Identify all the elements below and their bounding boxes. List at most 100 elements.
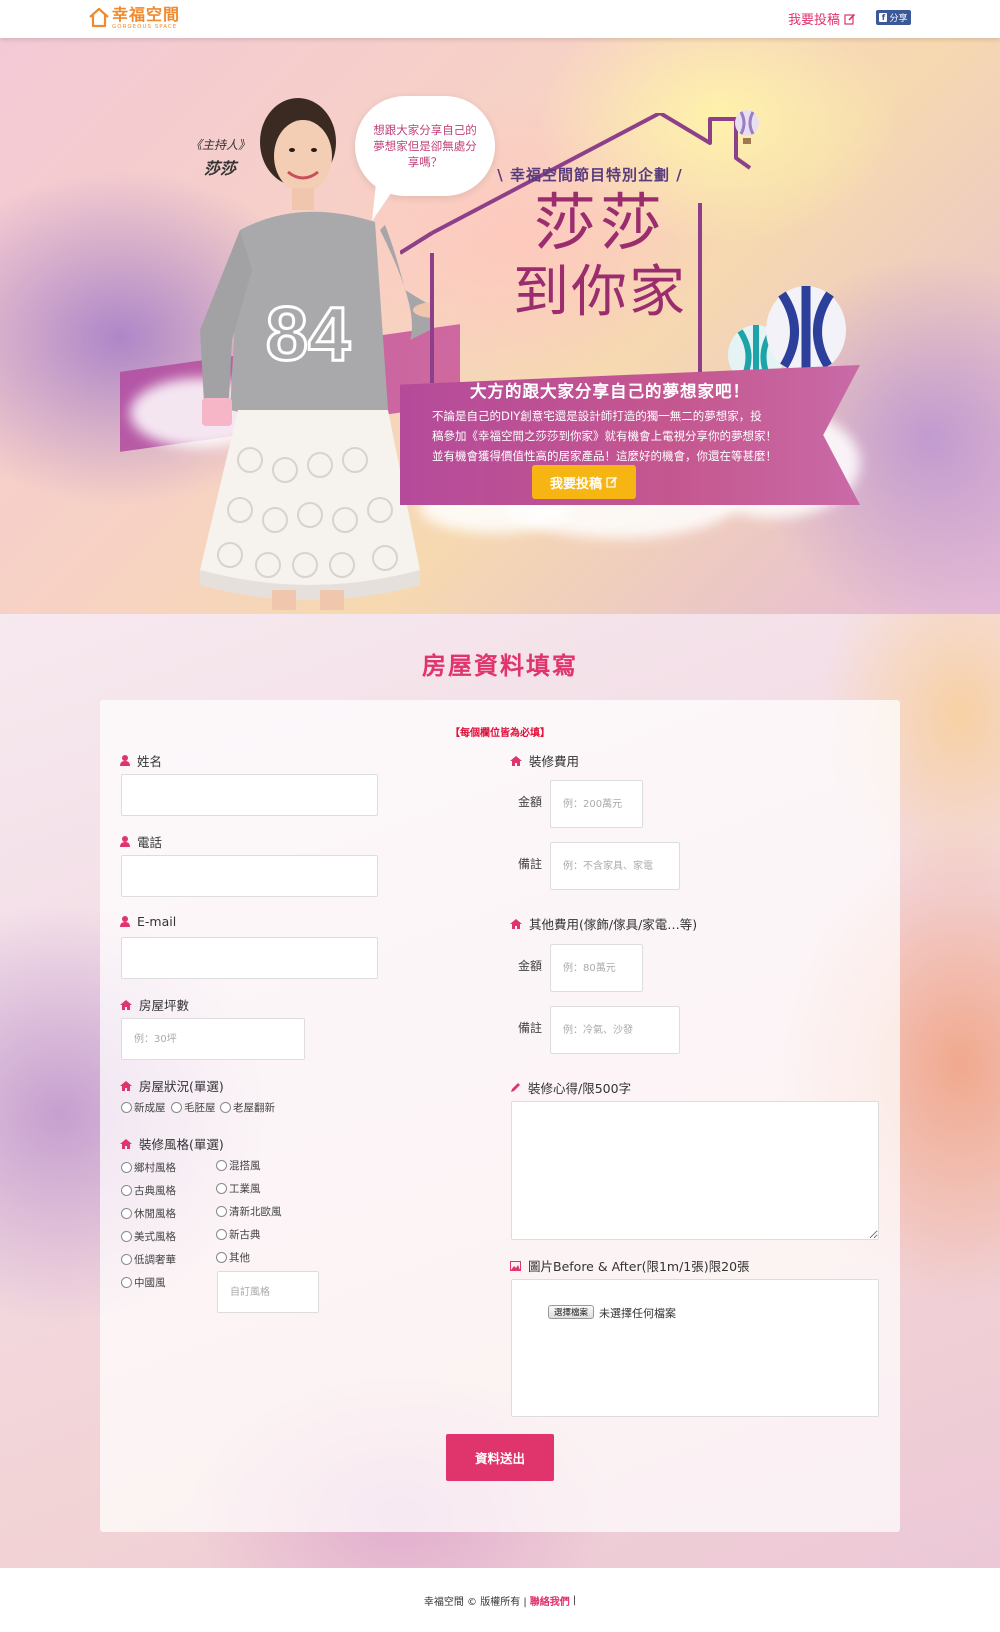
photos-label: 圖片Before & After(限1m/1張)限20張 bbox=[510, 1256, 750, 1275]
home-icon bbox=[120, 1080, 132, 1091]
hero-description: 不論是自己的DIY創意宅還是設計師打造的獨一無二的夢想家，投 稿參加《幸福空間之… bbox=[432, 406, 812, 466]
form-section: 房屋資料填寫 【每個欄位皆為必填】 姓名 電話 E-mail 房屋坪數 例：30… bbox=[0, 614, 1000, 1568]
user-icon bbox=[120, 755, 130, 766]
renovation-cost-label: 裝修費用 bbox=[510, 751, 579, 770]
footer-contact-link[interactable]: 聯絡我們 bbox=[530, 1593, 570, 1608]
other-note-input[interactable] bbox=[550, 1006, 680, 1054]
style-label-text: 裝修風格(單選) bbox=[139, 1137, 224, 1152]
renovation-amount-input[interactable] bbox=[550, 780, 643, 828]
style-option[interactable]: 休閒風格 bbox=[121, 1206, 176, 1221]
radio-button[interactable] bbox=[171, 1102, 182, 1113]
form-submit-button[interactable]: 資料送出 bbox=[446, 1434, 554, 1481]
radio-button[interactable] bbox=[216, 1183, 227, 1194]
radio-button[interactable] bbox=[121, 1208, 132, 1219]
condition-option[interactable]: 毛胚屋 bbox=[171, 1100, 216, 1115]
hero-description-line: 稿參加《幸福空間之莎莎到你家》就有機會上電視分享你的夢想家！ bbox=[432, 429, 777, 443]
style-option-label: 休閒風格 bbox=[134, 1208, 176, 1220]
style-option[interactable]: 新古典 bbox=[216, 1227, 261, 1242]
facebook-share-button[interactable]: f 分享 bbox=[876, 10, 911, 25]
style-option-label: 清新北歐風 bbox=[229, 1206, 282, 1218]
edit-icon bbox=[844, 13, 856, 25]
style-option-label: 新古典 bbox=[229, 1229, 261, 1241]
photos-label-text: 圖片Before & After(限1m/1張)限20張 bbox=[528, 1259, 750, 1274]
email-input[interactable] bbox=[121, 937, 378, 979]
style-option[interactable]: 鄉村風格 bbox=[121, 1160, 176, 1175]
condition-option-label: 毛胚屋 bbox=[184, 1102, 216, 1114]
photo-upload-box: 選擇檔案 未選擇任何檔案 bbox=[511, 1279, 879, 1417]
radio-button[interactable] bbox=[216, 1160, 227, 1171]
footer-trailing-separator: | bbox=[572, 1594, 577, 1606]
style-option[interactable]: 中國風 bbox=[121, 1275, 166, 1290]
radio-button[interactable] bbox=[121, 1231, 132, 1242]
facebook-icon: f bbox=[879, 13, 888, 22]
area-label: 房屋坪數 bbox=[120, 995, 189, 1014]
style-option-label: 古典風格 bbox=[134, 1185, 176, 1197]
name-input[interactable] bbox=[121, 774, 378, 816]
hero-title-line1: 莎莎 bbox=[533, 186, 666, 259]
condition-option-label: 新成屋 bbox=[134, 1102, 166, 1114]
host-name: 莎莎 bbox=[204, 159, 237, 178]
email-label: E-mail bbox=[120, 914, 176, 929]
other-note-label: 備註 bbox=[518, 1021, 543, 1035]
condition-option[interactable]: 老屋翻新 bbox=[220, 1100, 275, 1115]
choose-file-button[interactable]: 選擇檔案 bbox=[548, 1305, 595, 1319]
custom-style-input[interactable] bbox=[217, 1271, 319, 1313]
radio-button[interactable] bbox=[216, 1229, 227, 1240]
renovation-cost-label-text: 裝修費用 bbox=[529, 754, 580, 769]
radio-button[interactable] bbox=[216, 1206, 227, 1217]
phone-label-text: 電話 bbox=[137, 835, 163, 850]
nav-submit-link[interactable]: 我要投稿 bbox=[788, 9, 856, 28]
name-label: 姓名 bbox=[120, 751, 162, 770]
top-navbar: 幸福空間 Gorgeous Space 我要投稿 f 分享 bbox=[0, 0, 1000, 38]
style-option[interactable]: 古典風格 bbox=[121, 1183, 176, 1198]
logo-subtitle: Gorgeous Space bbox=[112, 24, 178, 30]
speech-bubble-tail bbox=[372, 183, 398, 221]
other-cost-label: 其他費用(傢飾/傢具/家電…等) bbox=[510, 914, 697, 933]
hero-tagline: 大方的跟大家分享自己的夢想家吧！ bbox=[470, 382, 750, 401]
style-option[interactable]: 工業風 bbox=[216, 1181, 261, 1196]
site-logo[interactable]: 幸福空間 Gorgeous Space bbox=[88, 6, 180, 32]
radio-button[interactable] bbox=[121, 1254, 132, 1265]
hero-description-line: 不論是自己的DIY創意宅還是設計師打造的獨一無二的夢想家，投 bbox=[432, 409, 762, 423]
other-amount-input[interactable] bbox=[550, 944, 643, 992]
radio-button[interactable] bbox=[216, 1252, 227, 1263]
style-option[interactable]: 混搭風 bbox=[216, 1158, 261, 1173]
experience-textarea[interactable] bbox=[511, 1101, 879, 1240]
other-amount-label: 金額 bbox=[518, 959, 543, 973]
edit-icon bbox=[606, 476, 618, 488]
radio-button[interactable] bbox=[121, 1185, 132, 1196]
style-option[interactable]: 低調奢華 bbox=[121, 1252, 176, 1267]
radio-button[interactable] bbox=[220, 1102, 231, 1113]
experience-label: 裝修心得/限500字 bbox=[510, 1078, 631, 1097]
hero-description-line: 並有機會獲得價值性高的居家產品！這麼好的機會，你還在等甚麼！ bbox=[432, 449, 777, 463]
radio-button[interactable] bbox=[121, 1102, 132, 1113]
renovation-note-label: 備註 bbox=[518, 857, 543, 871]
radio-button[interactable] bbox=[121, 1162, 132, 1173]
renovation-amount-label: 金額 bbox=[518, 795, 543, 809]
style-option[interactable]: 美式風格 bbox=[121, 1229, 176, 1244]
condition-option-label: 老屋翻新 bbox=[233, 1102, 275, 1114]
radio-button[interactable] bbox=[121, 1277, 132, 1288]
pencil-icon bbox=[510, 1082, 521, 1093]
style-option-label: 美式風格 bbox=[134, 1231, 176, 1243]
hero-submit-label: 我要投稿 bbox=[549, 476, 602, 492]
style-option[interactable]: 其他 bbox=[216, 1250, 250, 1265]
area-input[interactable] bbox=[121, 1018, 305, 1060]
style-option-label: 混搭風 bbox=[229, 1160, 261, 1172]
phone-input[interactable] bbox=[121, 855, 378, 897]
renovation-note-input[interactable] bbox=[550, 842, 680, 890]
style-label: 裝修風格(單選) bbox=[120, 1134, 224, 1153]
form-section-title: 房屋資料填寫 bbox=[422, 652, 578, 680]
style-option[interactable]: 清新北歐風 bbox=[216, 1204, 282, 1219]
hero-submit-button[interactable]: 我要投稿 bbox=[532, 465, 636, 499]
host-role: 《主持人》 bbox=[190, 138, 251, 152]
home-icon bbox=[120, 1138, 132, 1149]
condition-label-text: 房屋狀況(單選) bbox=[139, 1079, 224, 1094]
required-note: 【每個欄位皆為必填】 bbox=[450, 728, 550, 739]
style-option-label: 其他 bbox=[229, 1252, 250, 1264]
logo-text: 幸福空間 bbox=[112, 5, 181, 24]
condition-option[interactable]: 新成屋 bbox=[121, 1100, 166, 1115]
house-logo-icon bbox=[89, 7, 109, 28]
phone-label: 電話 bbox=[120, 832, 162, 851]
hero-title-line2: 到你家 bbox=[513, 260, 687, 325]
